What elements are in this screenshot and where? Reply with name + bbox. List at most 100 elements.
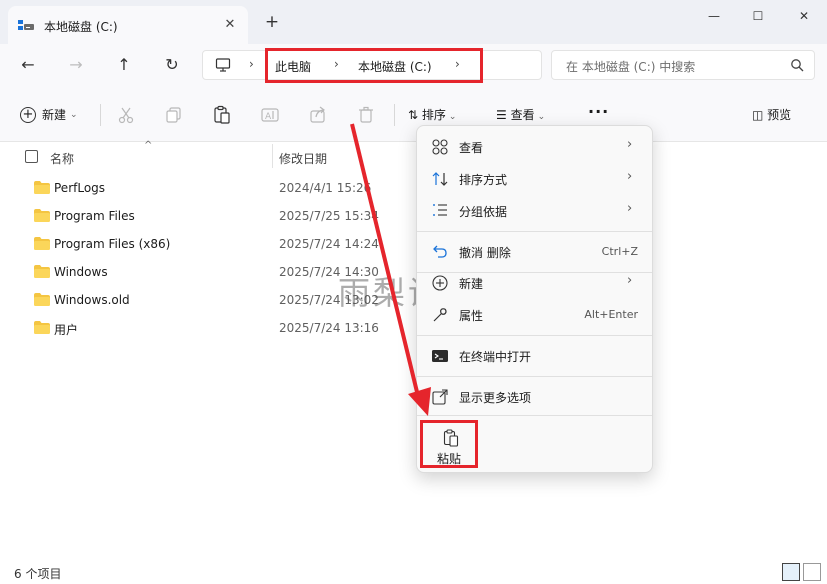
file-name: PerfLogs	[54, 181, 106, 195]
menu-item-sort-by[interactable]: 排序方式 ›	[421, 163, 650, 193]
wrench-icon	[433, 308, 447, 322]
view-button[interactable]: ☰ 查看 ⌄	[496, 106, 545, 123]
group-list-icon	[433, 204, 447, 216]
menu-item-label: 分组依据	[459, 205, 508, 219]
column-header-name[interactable]: 名称	[50, 150, 74, 167]
file-name: Windows.old	[54, 293, 130, 307]
cut-icon[interactable]	[116, 105, 136, 125]
address-field[interactable]: › 此电脑 › 本地磁盘 (C:) ›	[202, 48, 542, 83]
undo-icon	[433, 245, 447, 258]
back-button[interactable]: ←	[14, 52, 42, 78]
folder-icon	[34, 237, 50, 250]
menu-divider	[417, 376, 652, 377]
column-header-date[interactable]: 修改日期	[279, 150, 327, 167]
sort-icon	[432, 172, 448, 186]
title-bar: 本地磁盘 (C:) ✕ + — ☐ ✕	[0, 0, 827, 44]
chevron-down-icon: ⌄	[537, 112, 546, 122]
copy-icon[interactable]	[164, 105, 184, 125]
menu-divider	[417, 335, 652, 336]
breadcrumb-this-pc[interactable]: 此电脑	[275, 58, 311, 75]
file-list: 名称 ^ 修改日期 PerfLogs 2024/4/1 15:26 Progra…	[0, 140, 827, 559]
menu-item-label: 排序方式	[459, 173, 508, 187]
delete-icon[interactable]	[356, 105, 376, 125]
details-view-icon[interactable]	[782, 563, 800, 581]
menu-item-properties[interactable]: 属性 Alt+Enter	[421, 299, 650, 329]
new-button[interactable]: + 新建 ⌄	[20, 106, 78, 126]
sort-icon: ⇅	[408, 108, 419, 122]
svg-text:A: A	[265, 112, 272, 122]
breadcrumb-local-disk[interactable]: 本地磁盘 (C:)	[358, 58, 432, 75]
open-external-icon	[432, 389, 448, 405]
close-button[interactable]: ✕	[784, 4, 824, 28]
chevron-down-icon: ⌄	[448, 112, 457, 122]
paste-button[interactable]: 粘贴	[420, 420, 478, 468]
search-icon	[791, 59, 804, 72]
tab-local-disk-c[interactable]: 本地磁盘 (C:) ✕	[8, 6, 248, 44]
search-input[interactable]: 在 本地磁盘 (C:) 中搜索	[551, 50, 815, 80]
up-button[interactable]: ↑	[110, 52, 138, 78]
folder-icon	[34, 209, 50, 222]
folder-icon	[34, 321, 50, 334]
folder-icon	[34, 265, 50, 278]
view-label: 查看	[510, 108, 535, 122]
select-all-checkbox[interactable]	[25, 150, 38, 163]
view-grid-icon	[432, 139, 448, 155]
column-header-row: 名称 ^ 修改日期	[0, 140, 827, 172]
toolbar-divider	[100, 104, 101, 126]
file-date: 2025/7/24 13:16	[279, 321, 379, 335]
list-item[interactable]: PerfLogs 2024/4/1 15:26	[0, 174, 420, 202]
folder-icon	[34, 181, 50, 194]
minimize-button[interactable]: —	[694, 4, 734, 28]
file-date: 2025/7/25 15:34	[279, 209, 379, 223]
breadcrumb-separator[interactable]: ›	[334, 57, 339, 71]
search-placeholder: 在 本地磁盘 (C:) 中搜索	[566, 60, 696, 74]
rename-icon[interactable]: A	[260, 105, 280, 125]
new-item-icon	[432, 275, 448, 291]
chevron-right-icon: ›	[627, 273, 633, 288]
computer-icon	[215, 58, 231, 72]
drive-icon	[18, 20, 34, 30]
shortcut-text: Ctrl+Z	[601, 245, 638, 258]
tab-close-icon[interactable]: ✕	[221, 16, 239, 34]
menu-item-group-by[interactable]: 分组依据 ›	[421, 195, 650, 225]
file-name: Program Files	[54, 209, 135, 223]
paste-icon	[443, 429, 459, 447]
chevron-down-icon: ⌄	[70, 109, 78, 120]
menu-divider	[417, 415, 652, 416]
list-item[interactable]: Program Files (x86) 2025/7/24 14:24	[0, 230, 420, 258]
breadcrumb-separator[interactable]: ›	[249, 57, 254, 71]
menu-item-label: 在终端中打开	[459, 350, 532, 364]
terminal-icon	[432, 350, 448, 362]
file-name: 用户	[54, 323, 79, 337]
shortcut-text: Alt+Enter	[584, 308, 638, 321]
new-label: 新建	[42, 108, 67, 122]
preview-button[interactable]: ◫ 预览	[752, 106, 791, 123]
folder-icon	[34, 293, 50, 306]
menu-item-view[interactable]: 查看 ›	[421, 131, 650, 161]
column-divider[interactable]	[272, 144, 273, 168]
chevron-right-icon: ›	[627, 201, 633, 216]
maximize-button[interactable]: ☐	[738, 4, 778, 28]
share-icon[interactable]	[308, 105, 328, 125]
menu-item-new[interactable]: 新建 ›	[421, 267, 650, 297]
list-item[interactable]: 用户 2025/7/24 13:16	[0, 314, 420, 342]
paste-icon[interactable]	[212, 105, 232, 125]
more-options-button[interactable]: ···	[588, 102, 609, 121]
breadcrumb-separator[interactable]: ›	[455, 57, 460, 71]
refresh-button[interactable]: ↻	[158, 52, 186, 78]
view-list-icon: ☰	[496, 108, 507, 122]
new-tab-button[interactable]: +	[262, 12, 282, 32]
tiles-view-icon[interactable]	[803, 563, 821, 581]
menu-item-label: 新建	[459, 277, 484, 291]
forward-button[interactable]: →	[62, 52, 90, 78]
menu-item-open-in-terminal[interactable]: 在终端中打开	[421, 340, 650, 370]
list-item[interactable]: Program Files 2025/7/25 15:34	[0, 202, 420, 230]
file-date: 2025/7/24 14:24	[279, 237, 379, 251]
file-date: 2024/4/1 15:26	[279, 181, 372, 195]
status-bar: 6 个项目	[0, 559, 827, 584]
toolbar-divider	[394, 104, 395, 126]
menu-item-show-more-options[interactable]: 显示更多选项	[421, 381, 650, 411]
sort-button[interactable]: ⇅ 排序 ⌄	[408, 106, 456, 123]
menu-item-label: 显示更多选项	[459, 391, 532, 405]
menu-item-undo-delete[interactable]: 撤消 删除 Ctrl+Z	[421, 236, 650, 266]
